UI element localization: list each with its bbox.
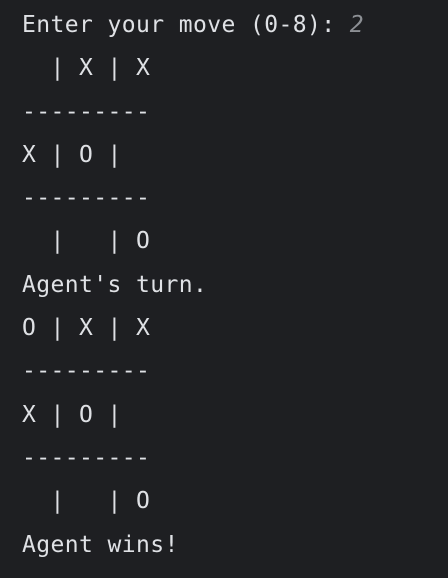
board-row-2: X | O | [22, 401, 122, 428]
move-prompt: Enter your move (0-8): [22, 12, 350, 38]
prompt-line: Enter your move (0-8): 2 [22, 4, 448, 47]
board-separator: --------- [22, 98, 151, 125]
board-separator: --------- [22, 185, 151, 212]
board-row-3: | | O [22, 228, 151, 255]
board-row-3: | | O [22, 488, 151, 515]
board-row-1: O | X | X [22, 315, 151, 342]
result-message: Agent wins! [22, 531, 179, 558]
board-row-2: X | O | [22, 141, 122, 168]
user-input-value: 2 [349, 12, 364, 38]
board-row-1: | X | X [22, 55, 151, 82]
board-separator: --------- [22, 444, 151, 471]
board-separator: --------- [22, 358, 151, 385]
console-output: Enter your move (0-8): 2 | X | X -------… [0, 0, 448, 578]
agent-turn-message: Agent's turn. [22, 271, 208, 298]
